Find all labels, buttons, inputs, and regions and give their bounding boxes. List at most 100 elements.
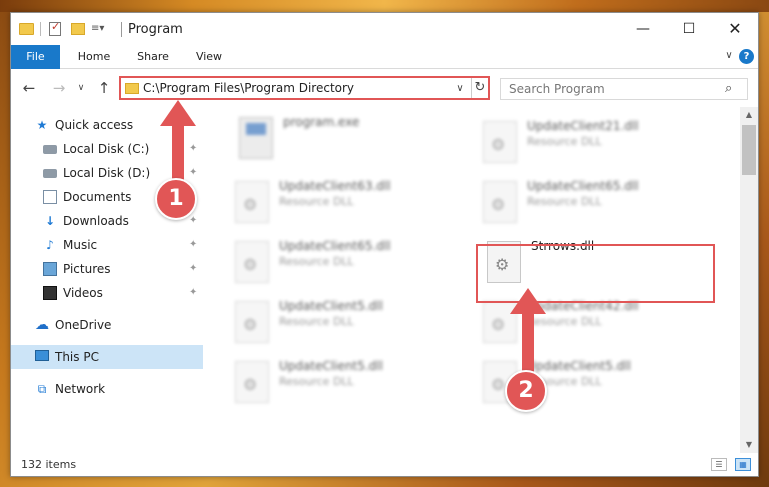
document-icon: [43, 190, 57, 204]
file-item[interactable]: ⚙ UpdateClient65.dll Resource DLL: [227, 235, 467, 291]
address-folder-icon: [125, 83, 139, 94]
pin-icon[interactable]: ✦: [189, 281, 197, 305]
sidebar-item-this-pc[interactable]: This PC: [11, 345, 203, 369]
status-bar: 132 items ☰ ▦: [11, 453, 758, 476]
scroll-down-icon[interactable]: ▼: [740, 437, 758, 453]
address-dropdown-icon[interactable]: ∨: [453, 81, 467, 97]
sidebar-item-label: This PC: [55, 350, 99, 364]
expand-ribbon-icon[interactable]: ∨: [722, 49, 736, 63]
item-count: 132 items: [21, 458, 77, 471]
computer-icon: [35, 350, 49, 361]
title-bar: ≡▾ Program — ☐ ✕: [11, 13, 758, 45]
recent-locations-button[interactable]: ∨: [75, 79, 87, 97]
step-badge-1: 1: [155, 178, 197, 220]
gear-icon: ⚙: [491, 135, 506, 154]
cloud-icon: ☁: [35, 317, 49, 333]
maximize-button[interactable]: ☐: [666, 13, 712, 45]
file-type: Resource DLL: [279, 375, 354, 388]
file-explorer-window: ≡▾ Program — ☐ ✕ File Home Share View ∨ …: [10, 12, 759, 477]
file-item[interactable]: ⚙ UpdateClient5.dll Resource DLL: [227, 295, 467, 351]
file-name: UpdateClient65.dll: [279, 239, 391, 253]
navigation-bar: ← → ∨ ↑ C:\Program Files\Program Directo…: [11, 69, 758, 107]
sidebar-item-label: Local Disk (D:): [63, 166, 151, 180]
address-path[interactable]: C:\Program Files\Program Directory: [143, 81, 354, 95]
desktop-background: [0, 0, 769, 12]
customize-toolbar-icon[interactable]: ≡▾: [91, 22, 113, 36]
sidebar-item-onedrive[interactable]: ☁ OneDrive: [11, 313, 203, 337]
sidebar-item-label: Music: [63, 238, 98, 252]
properties-icon[interactable]: [49, 20, 61, 36]
address-bar[interactable]: C:\Program Files\Program Directory ∨ ↻: [119, 76, 490, 100]
music-icon: ♪: [46, 238, 54, 252]
file-name: UpdateClient5.dll: [279, 299, 383, 313]
help-icon[interactable]: ?: [739, 49, 754, 64]
close-button[interactable]: ✕: [712, 13, 758, 45]
star-icon: ★: [36, 118, 48, 132]
file-type: Resource DLL: [527, 195, 602, 208]
dll-file-icon: ⚙: [235, 301, 269, 343]
sidebar-item-label: Quick access: [55, 118, 134, 132]
title-separator: [121, 22, 122, 37]
file-item[interactable]: ⚙ UpdateClient5.dll Resource DLL: [227, 355, 467, 411]
file-item[interactable]: ⚙ UpdateClient65.dll Resource DLL: [475, 175, 715, 231]
gear-icon: ⚙: [243, 315, 258, 334]
vertical-scrollbar[interactable]: ▲ ▼: [740, 107, 758, 453]
file-item[interactable]: ⚙ UpdateClient21.dll Resource DLL: [475, 115, 715, 171]
dll-file-icon: ⚙: [235, 181, 269, 223]
forward-button[interactable]: →: [49, 79, 69, 97]
pin-icon[interactable]: ✦: [189, 233, 197, 257]
gear-icon: ⚙: [243, 255, 258, 274]
sidebar-item-network[interactable]: ⧉ Network: [11, 377, 203, 401]
dll-file-icon: ⚙: [483, 181, 517, 223]
window-title: Program: [128, 22, 183, 37]
file-name: UpdateClient63.dll: [279, 179, 391, 193]
details-view-icon[interactable]: ☰: [711, 458, 727, 471]
minimize-button[interactable]: —: [620, 13, 666, 45]
file-name: program.exe: [283, 115, 360, 129]
dll-file-icon: ⚙: [483, 121, 517, 163]
step-badge-2: 2: [505, 370, 547, 412]
file-type: Resource DLL: [527, 135, 602, 148]
gear-icon: ⚙: [243, 195, 258, 214]
file-name: UpdateClient65.dll: [527, 179, 639, 193]
dll-file-icon: ⚙: [235, 361, 269, 403]
large-icons-view-icon[interactable]: ▦: [735, 458, 751, 471]
drive-icon: [43, 169, 57, 178]
gear-icon: ⚙: [491, 195, 506, 214]
new-folder-icon[interactable]: [71, 23, 85, 35]
file-item[interactable]: ⚙ UpdateClient63.dll Resource DLL: [227, 175, 467, 231]
back-button[interactable]: ←: [19, 79, 39, 97]
sidebar-item-label: Downloads: [63, 214, 129, 228]
file-name: UpdateClient21.dll: [527, 119, 639, 133]
dll-file-icon: ⚙: [235, 241, 269, 283]
exe-file-icon: [239, 117, 273, 159]
sidebar-item-music[interactable]: ♪ Music ✦: [11, 233, 203, 257]
network-icon: ⧉: [37, 382, 47, 396]
sidebar-item-label: Local Disk (C:): [63, 142, 150, 156]
tab-home[interactable]: Home: [69, 45, 119, 69]
search-input[interactable]: [509, 81, 719, 97]
folder-icon: [19, 23, 34, 35]
download-icon: ↓: [44, 214, 56, 228]
tab-view[interactable]: View: [187, 45, 231, 69]
scroll-thumb[interactable]: [742, 125, 756, 175]
search-icon[interactable]: ⌕: [725, 81, 732, 96]
tab-file[interactable]: File: [11, 45, 60, 69]
tab-share[interactable]: Share: [127, 45, 179, 69]
sidebar-item-label: Videos: [63, 286, 103, 300]
refresh-button[interactable]: ↻: [471, 78, 488, 98]
drive-icon: [43, 145, 57, 154]
sidebar-item-videos[interactable]: Videos ✦: [11, 281, 203, 305]
pin-icon[interactable]: ✦: [189, 257, 197, 281]
up-button[interactable]: ↑: [94, 79, 114, 97]
video-icon: [43, 286, 57, 300]
file-item[interactable]: program.exe: [231, 111, 471, 167]
scroll-up-icon[interactable]: ▲: [740, 107, 758, 123]
pictures-icon: [43, 262, 57, 276]
file-type: Resource DLL: [279, 315, 354, 328]
sidebar-item-pictures[interactable]: Pictures ✦: [11, 257, 203, 281]
search-box[interactable]: ⌕: [500, 78, 748, 100]
toolbar-separator: [40, 22, 41, 36]
gear-icon: ⚙: [491, 315, 506, 334]
sidebar-item-label: Documents: [63, 190, 132, 204]
